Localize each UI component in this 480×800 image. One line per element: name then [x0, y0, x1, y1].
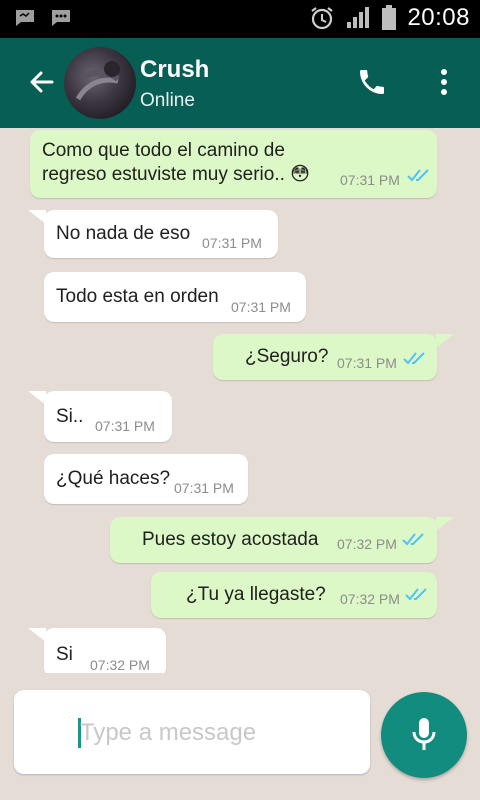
message-text: Pues estoy acostada	[142, 529, 319, 550]
message-outgoing[interactable]: Pues estoy acostada 07:32 PM	[110, 517, 437, 563]
message-incoming[interactable]: ¿Qué haces? 07:31 PM	[44, 454, 248, 504]
message-text: Todo esta en orden	[56, 286, 219, 307]
message-input[interactable]	[80, 716, 360, 750]
message-text: Si	[56, 644, 73, 665]
double-check-icon	[402, 533, 424, 546]
status-bar: 20:08	[0, 0, 480, 38]
message-text: ¿Qué haces?	[56, 468, 171, 489]
double-check-icon	[405, 588, 427, 601]
alarm-icon	[311, 7, 334, 30]
message-time: 07:32 PM	[337, 536, 397, 552]
contact-status: Online	[140, 90, 195, 111]
message-time: 07:31 PM	[202, 235, 262, 251]
message-time: 07:31 PM	[337, 355, 397, 371]
avatar[interactable]	[64, 47, 136, 119]
clock: 20:08	[407, 4, 470, 31]
message-list[interactable]: Como que todo el camino de regreso estuv…	[0, 128, 480, 673]
message-time: 07:32 PM	[340, 591, 400, 607]
message-text: ¿Seguro?	[245, 346, 329, 367]
signal-icon	[347, 7, 370, 28]
more-vert-icon[interactable]	[432, 64, 456, 100]
avatar-image	[75, 61, 120, 101]
sms-notification-icon	[52, 10, 70, 26]
message-outgoing[interactable]: Como que todo el camino de regreso estuv…	[30, 130, 437, 198]
contact-name[interactable]: Crush	[140, 56, 209, 84]
bubble-tail	[436, 334, 454, 348]
message-text-line: regreso estuviste muy serio.. 😳	[42, 164, 310, 185]
message-time: 07:32 PM	[90, 657, 150, 673]
notification-icons	[14, 8, 72, 28]
message-incoming[interactable]: Todo esta en orden 07:31 PM	[44, 272, 306, 322]
message-composer[interactable]	[14, 690, 370, 774]
message-text: No nada de eso	[56, 223, 191, 244]
message-time: 07:31 PM	[174, 480, 234, 496]
message-time: 07:31 PM	[95, 418, 155, 434]
bubble-tail	[436, 517, 454, 531]
phone-icon[interactable]	[356, 66, 388, 98]
double-check-icon	[403, 352, 425, 365]
message-outgoing[interactable]: ¿Tu ya llegaste? 07:32 PM	[151, 572, 437, 618]
message-time: 07:31 PM	[340, 172, 400, 188]
message-outgoing[interactable]: ¿Seguro? 07:31 PM	[213, 334, 437, 380]
double-check-icon	[407, 169, 429, 182]
message-text: Si..	[56, 406, 84, 427]
chat-notification-icon	[16, 10, 34, 26]
back-arrow-icon[interactable]	[26, 66, 58, 98]
microphone-icon	[412, 718, 436, 750]
mic-button[interactable]	[381, 692, 467, 778]
message-incoming[interactable]: No nada de eso 07:31 PM	[44, 210, 278, 258]
chat-header: Crush Online	[0, 38, 480, 128]
message-time: 07:31 PM	[231, 299, 291, 315]
message-text: ¿Tu ya llegaste?	[186, 584, 326, 605]
message-incoming[interactable]: Si.. 07:31 PM	[44, 391, 172, 442]
message-incoming[interactable]: Si 07:32 PM	[44, 628, 166, 673]
battery-icon	[382, 5, 397, 30]
